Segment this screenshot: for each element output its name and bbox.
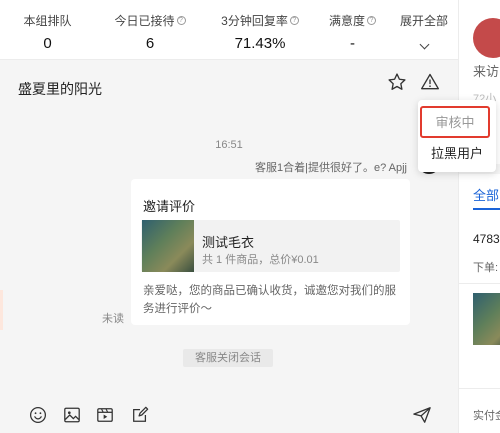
product-item[interactable]: 测试毛衣 共 1 件商品，总价¥0.01 — [141, 220, 400, 272]
chat-title: 盛夏里的阳光 — [18, 81, 102, 97]
review-invitation-card: 邀请评价 测试毛衣 共 1 件商品，总价¥0.01 亲爱哒，您的商品已确认收货，… — [131, 179, 410, 325]
star-icon[interactable] — [387, 72, 407, 97]
stat-reply-rate: 3分钟回复率? 71.43% — [205, 0, 315, 59]
stat-queue: 本组排队 0 — [0, 0, 95, 59]
unread-status: 未读 — [102, 313, 124, 325]
customer-info-panel: 来访 72小 全部 47839 下单: 实付金 — [458, 0, 500, 433]
order-number: 47839 — [473, 232, 500, 246]
paid-amount-label: 实付金 — [473, 410, 500, 422]
divider — [459, 283, 500, 284]
tab-all[interactable]: 全部 — [473, 185, 499, 204]
edit-icon[interactable] — [131, 406, 149, 429]
send-icon[interactable] — [412, 406, 432, 429]
stat-label: 3分钟回复率 — [221, 14, 288, 28]
tab-indicator — [473, 208, 500, 210]
menu-item-block-user[interactable]: 拉黑用户 — [418, 142, 496, 166]
report-dropdown-menu: 审核中 拉黑用户 — [418, 100, 496, 172]
card-description: 亲爱哒，您的商品已确认收货，诚邀您对我们的服务进行评价～ — [143, 285, 396, 315]
menu-item-pending-review[interactable]: 审核中 — [420, 106, 490, 138]
stat-satisfaction: 满意度? - — [315, 0, 390, 59]
message-timestamp: 16:51 — [215, 139, 243, 151]
stat-received-today: 今日已接待? 6 — [95, 0, 205, 59]
stat-label: 满意度 — [328, 14, 365, 28]
order-time-label: 下单: — [473, 262, 499, 274]
stat-value: - — [350, 35, 355, 52]
stat-value: 6 — [145, 35, 155, 52]
help-icon[interactable]: ? — [289, 16, 299, 25]
help-icon[interactable]: ? — [367, 16, 376, 25]
product-name: 测试毛衣 — [202, 235, 255, 250]
product-meta: 共 1 件商品，总价¥0.01 — [202, 254, 319, 266]
system-message: 客服关闭会话 — [183, 349, 273, 367]
divider — [459, 388, 500, 389]
stat-value: 0 — [43, 35, 52, 52]
left-edge-strip — [0, 290, 3, 330]
stat-label: 今日已接待 — [114, 14, 175, 28]
help-icon[interactable]: ? — [176, 16, 186, 25]
chevron-down-icon — [419, 39, 429, 50]
image-icon[interactable] — [63, 406, 81, 429]
warning-icon[interactable] — [420, 72, 440, 97]
product-image — [142, 220, 194, 272]
stat-value: 71.43% — [234, 35, 286, 52]
expand-all-button[interactable]: 展开全部 — [390, 0, 458, 59]
expand-all-label: 展开全部 — [399, 14, 448, 28]
order-product-image[interactable] — [473, 293, 500, 345]
customer-avatar — [473, 18, 500, 58]
stat-label: 本组排队 — [23, 14, 72, 28]
visitor-label: 来访 — [473, 64, 500, 79]
card-title: 邀请评价 — [143, 199, 196, 214]
stats-bar: 本组排队 0 今日已接待? 6 3分钟回复率? 71.43% 满意度? - 展开… — [0, 0, 458, 60]
video-icon[interactable] — [96, 406, 114, 429]
agent-message: 客服1合着|提供很好了。e? Apjj — [255, 162, 408, 174]
emoji-icon[interactable] — [29, 406, 47, 429]
